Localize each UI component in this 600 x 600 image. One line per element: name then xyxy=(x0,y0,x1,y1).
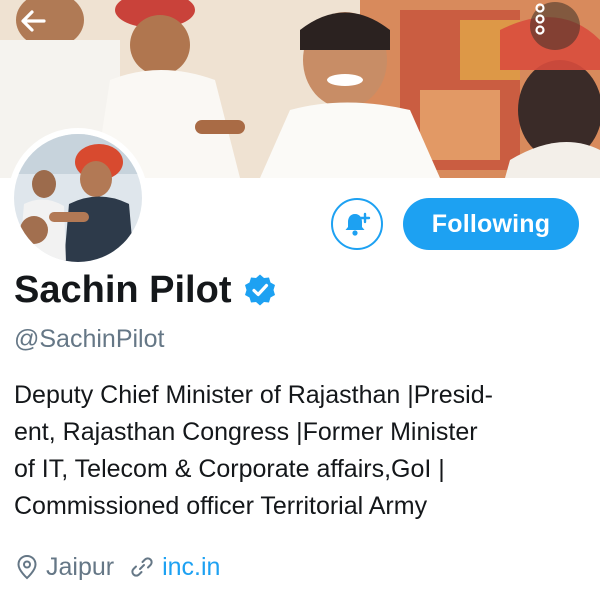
avatar[interactable] xyxy=(8,128,148,268)
avatar-photo xyxy=(14,134,142,262)
location-text: Jaipur xyxy=(46,553,115,581)
link-icon xyxy=(131,557,153,577)
verified-badge-icon xyxy=(245,274,276,306)
name-row: Sachin Pilot xyxy=(14,266,277,314)
bell-plus-icon xyxy=(345,212,371,236)
more-vertical-icon xyxy=(535,3,545,35)
arrow-left-icon xyxy=(21,10,46,32)
notifications-button[interactable] xyxy=(331,198,383,250)
bio-line: ent, Rajasthan Congress |Former Minister xyxy=(14,418,478,446)
website-link[interactable]: inc.in xyxy=(162,550,220,584)
bio-line: of IT, Telecom & Corporate affairs,GoI | xyxy=(14,455,445,483)
more-options-button[interactable] xyxy=(530,2,580,50)
bio-line: Deputy Chief Minister of Rajasthan |Pres… xyxy=(14,381,493,409)
location-pin-icon xyxy=(17,554,37,580)
bio-line: Commissioned officer Territorial Army xyxy=(14,492,428,520)
following-button[interactable]: Following xyxy=(403,198,579,250)
bio: Deputy Chief Minister of Rajasthan |Pres… xyxy=(14,377,594,525)
profile-meta: Jaipur inc.in xyxy=(16,550,220,584)
display-name: Sachin Pilot xyxy=(14,269,232,311)
handle: @SachinPilot xyxy=(14,325,165,353)
back-button[interactable] xyxy=(18,6,62,42)
